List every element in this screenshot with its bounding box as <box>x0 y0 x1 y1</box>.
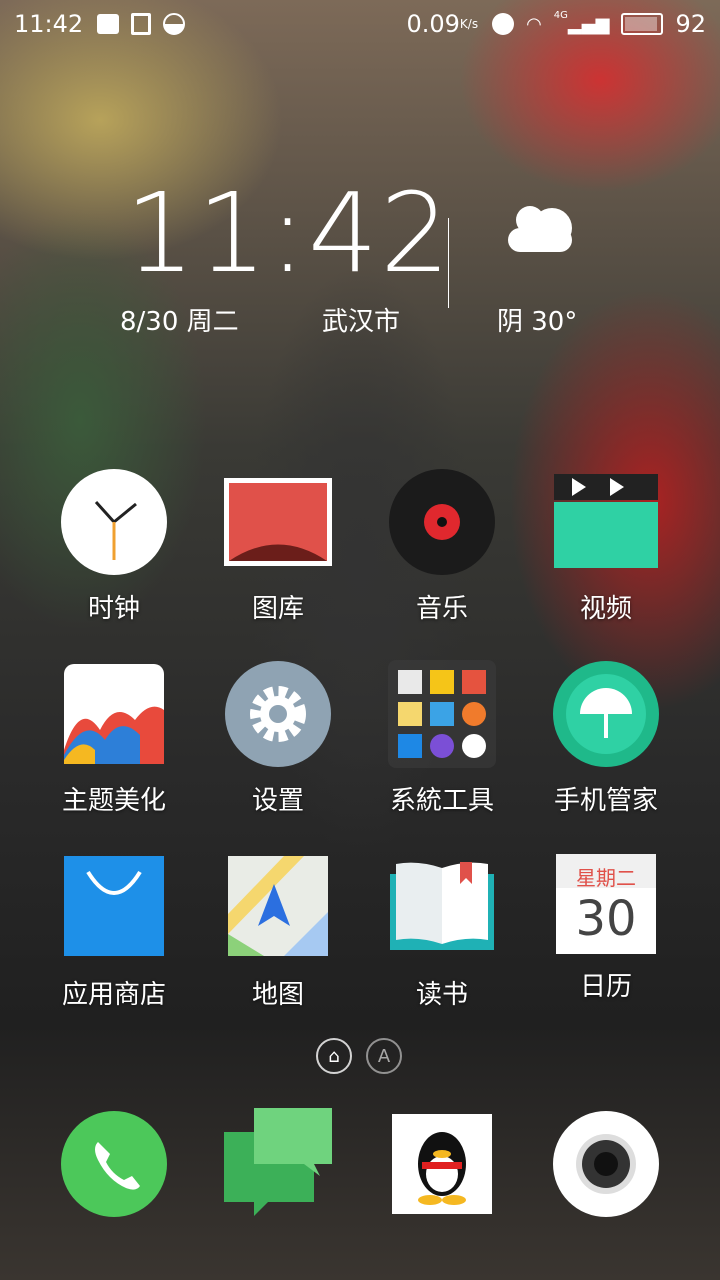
calendar-icon: 星期二 30 <box>556 854 656 954</box>
app-label: 时钟 <box>87 594 140 624</box>
status-time: 11:42 <box>14 10 84 38</box>
app-label: 图库 <box>251 594 304 624</box>
calendar-weekday: 星期二 <box>556 854 656 890</box>
clock-weather-widget[interactable]: 11:42 8/30 周二 武汉市 阴 30° <box>0 178 720 348</box>
app-calendar[interactable]: 星期二 30 日历 <box>524 854 688 1003</box>
page-indicator[interactable]: ⌂ A <box>316 1038 402 1074</box>
app-music[interactable]: 音乐 <box>360 468 524 625</box>
messages-icon[interactable] <box>224 1108 334 1218</box>
widget-time: 11:42 <box>125 169 453 297</box>
map-icon <box>224 854 332 962</box>
app-label: 主题美化 <box>61 786 166 816</box>
app-store[interactable]: 应用商店 <box>32 854 196 1011</box>
app-store-icon <box>60 854 168 962</box>
security-icon <box>552 660 660 768</box>
net-unit: K/s <box>459 17 479 31</box>
app-label: 地图 <box>251 980 304 1010</box>
app-notification-icon <box>163 13 186 35</box>
alarm-icon <box>492 13 515 35</box>
battery-level: 92 <box>675 10 706 38</box>
divider <box>448 218 449 308</box>
wifi-icon: ◠ <box>526 13 542 35</box>
clock-icon <box>60 468 168 576</box>
video-icon <box>552 468 660 576</box>
app-gallery[interactable]: 图库 <box>196 468 360 625</box>
cloudy-icon <box>508 206 572 252</box>
gallery-icon <box>224 468 332 576</box>
app-label: 音乐 <box>415 594 468 624</box>
app-label: 手机管家 <box>553 786 658 816</box>
folder-icon <box>388 660 496 768</box>
app-label: 应用商店 <box>61 980 166 1010</box>
app-label: 设置 <box>251 786 304 816</box>
app-settings[interactable]: 设置 <box>196 660 360 817</box>
signal-icon: ▂▄▆ <box>567 13 610 35</box>
net-speed: 0.09 <box>406 10 460 38</box>
app-theme[interactable]: 主题美化 <box>32 660 196 817</box>
app-reader[interactable]: 读书 <box>360 854 524 1011</box>
music-icon <box>388 468 496 576</box>
app-clock[interactable]: 时钟 <box>32 468 196 625</box>
dock <box>0 1108 720 1218</box>
status-bar: 11:42 0.09 K/s ◠ 4G ▂▄▆ 92 <box>0 0 720 48</box>
notification-icon <box>97 14 120 34</box>
settings-icon <box>224 660 332 768</box>
widget-date: 8/30 周二 <box>120 307 239 337</box>
calendar-day: 30 <box>575 891 637 947</box>
battery-icon <box>621 13 664 35</box>
app-security[interactable]: 手机管家 <box>524 660 688 817</box>
home-page-dot[interactable]: ⌂ <box>316 1038 352 1074</box>
app-map[interactable]: 地图 <box>196 854 360 1011</box>
book-icon <box>388 854 496 962</box>
network-type: 4G <box>553 10 568 21</box>
sim-icon <box>131 13 152 35</box>
page-a-dot[interactable]: A <box>366 1038 402 1074</box>
phone-icon[interactable] <box>60 1110 168 1218</box>
camera-icon[interactable] <box>552 1110 660 1218</box>
app-label: 日历 <box>579 972 632 1002</box>
app-label: 视频 <box>579 594 632 624</box>
app-label: 读书 <box>415 980 468 1010</box>
app-label: 系統工具 <box>389 786 494 816</box>
widget-city: 武汉市 <box>322 307 401 337</box>
qq-icon[interactable] <box>392 1114 492 1214</box>
app-video[interactable]: 视频 <box>524 468 688 625</box>
widget-weather: 阴 30° <box>497 307 578 337</box>
folder-system-tools[interactable]: 系統工具 <box>360 660 524 817</box>
theme-icon <box>60 660 168 768</box>
